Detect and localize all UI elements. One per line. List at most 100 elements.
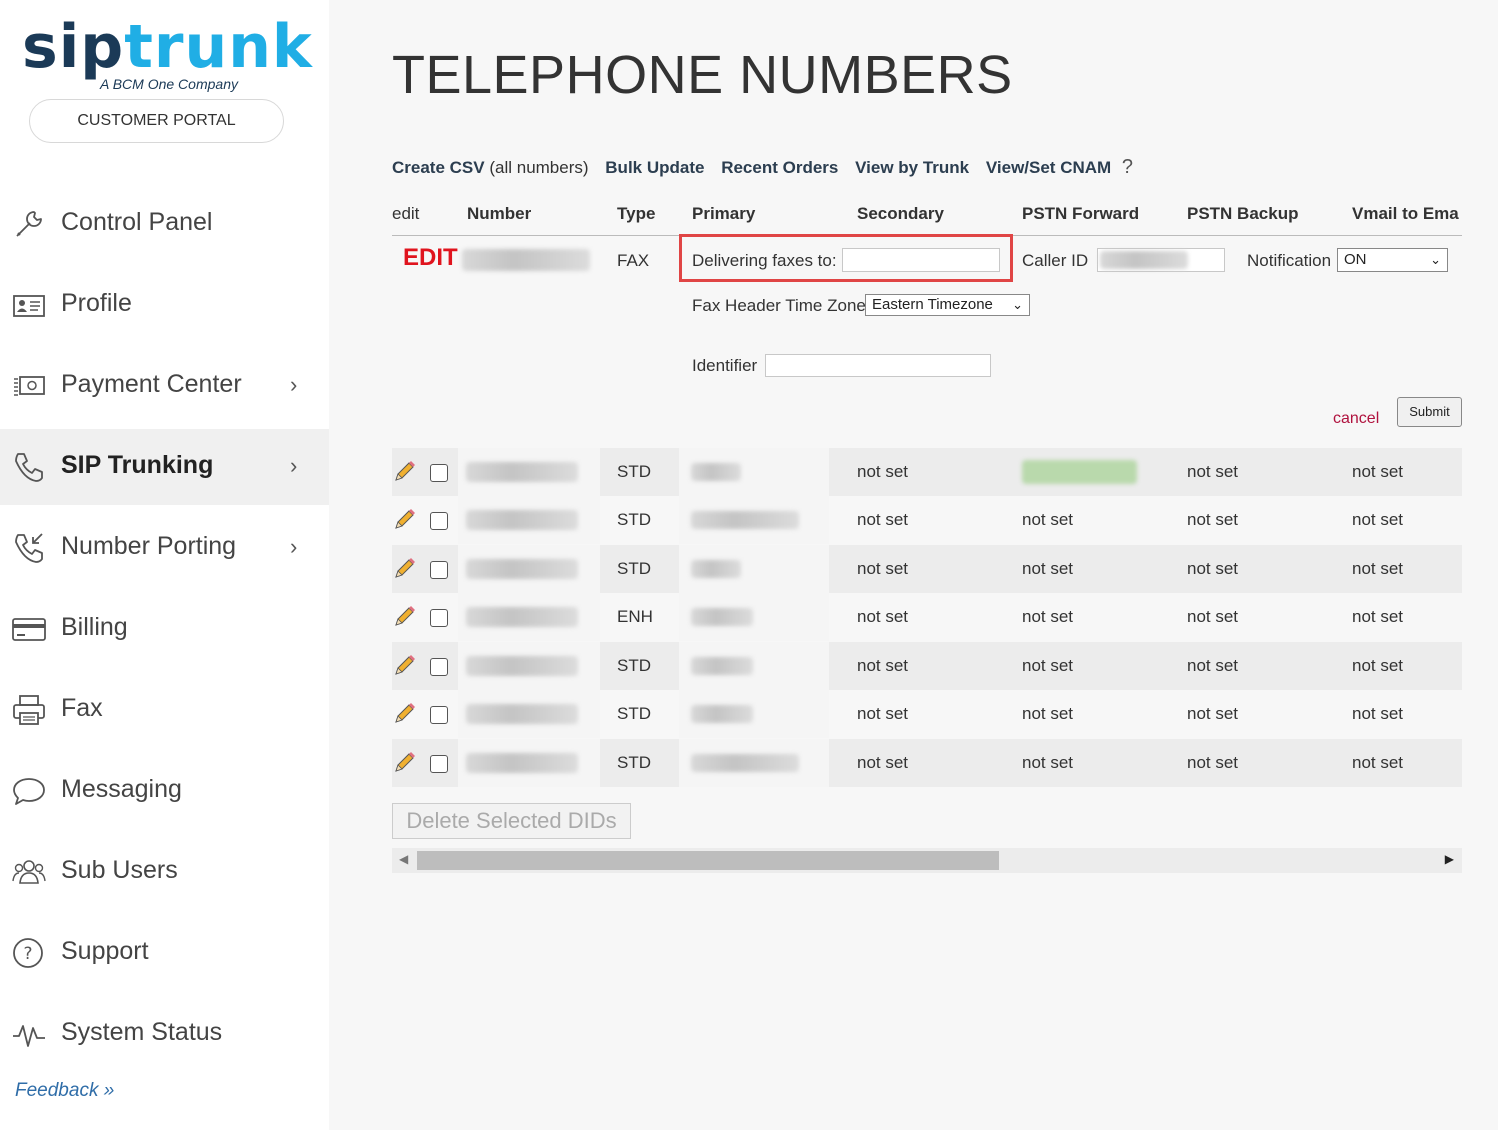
pencil-icon[interactable] [392, 460, 416, 484]
redacted-number [466, 753, 578, 773]
scroll-right-icon[interactable]: ▶ [1445, 852, 1454, 866]
pencil-icon[interactable] [392, 702, 416, 726]
scroll-left-icon[interactable]: ◀ [399, 852, 408, 866]
redacted-primary [691, 511, 799, 529]
main-content: TELEPHONE NUMBERS Create CSV (all number… [329, 0, 1498, 1130]
row-checkbox[interactable] [430, 706, 448, 724]
redacted-primary [691, 608, 753, 626]
sidebar-item-fax[interactable]: Fax [0, 672, 329, 748]
scrollbar-thumb[interactable] [417, 851, 999, 870]
redacted-number [466, 559, 578, 579]
col-vmail[interactable]: Vmail to Ema [1352, 204, 1459, 224]
redacted-number [466, 656, 578, 676]
table-row: ENH not set not set not set not set [392, 593, 1462, 641]
chevron-right-icon: › [290, 534, 298, 559]
money-icon [14, 376, 45, 396]
sidebar-item-support[interactable]: ? Support [0, 915, 329, 991]
pencil-icon[interactable] [392, 751, 416, 775]
delivering-faxes-label: Delivering faxes to: [692, 251, 837, 270]
redacted-primary [691, 754, 799, 772]
phone-icon [15, 453, 43, 482]
wrench-icon [16, 211, 42, 237]
caller-id-label: Caller ID [1022, 251, 1089, 270]
row-checkbox[interactable] [430, 755, 448, 773]
users-icon [12, 860, 46, 884]
page-title: TELEPHONE NUMBERS [392, 45, 1013, 105]
sidebar-item-sub-users[interactable]: Sub Users [0, 834, 329, 910]
bulk-update-link[interactable]: Bulk Update [605, 158, 704, 177]
sidebar-item-system-status[interactable]: System Status [0, 996, 329, 1072]
row-checkbox[interactable] [430, 609, 448, 627]
col-type[interactable]: Type [617, 204, 655, 224]
pencil-icon[interactable] [392, 605, 416, 629]
fax-tz-select[interactable]: Eastern Timezone ⌄ [865, 294, 1030, 316]
fax-tz-label: Fax Header Time Zone [692, 296, 866, 315]
recent-orders-link[interactable]: Recent Orders [721, 158, 838, 177]
row-checkbox[interactable] [430, 658, 448, 676]
feedback-link[interactable]: Feedback » [15, 1080, 114, 1102]
redacted-caller-id [1100, 251, 1188, 269]
sidebar-item-billing[interactable]: Billing [0, 591, 329, 667]
notification-label: Notification [1247, 251, 1332, 270]
chevron-down-icon: ⌄ [1012, 297, 1023, 312]
caller-id-input[interactable] [1097, 248, 1225, 272]
chat-bubble-icon [13, 778, 45, 805]
chevron-right-icon: › [290, 372, 298, 397]
edit-label: EDIT [403, 244, 458, 271]
row-checkbox[interactable] [430, 512, 448, 530]
create-csv-link[interactable]: Create CSV (all numbers) [392, 158, 589, 177]
table-row: STD not set not set not set [392, 448, 1462, 496]
pencil-icon[interactable] [392, 508, 416, 532]
id-card-icon [13, 295, 45, 317]
sidebar-item-number-porting[interactable]: Number Porting › [0, 510, 329, 586]
table-row: STD not set not set not set not set [392, 690, 1462, 738]
col-pstn-backup[interactable]: PSTN Backup [1187, 204, 1298, 224]
chevron-down-icon: ⌄ [1430, 252, 1441, 267]
redacted-primary [691, 560, 741, 578]
submit-button[interactable]: Submit [1397, 397, 1462, 427]
sidebar-item-profile[interactable]: Profile [0, 267, 329, 343]
sidebar-item-control-panel[interactable]: Control Panel [0, 186, 329, 262]
delivering-faxes-input[interactable] [842, 248, 1000, 272]
table-row: STD not set not set not set not set [392, 739, 1462, 787]
sidebar-item-payment-center[interactable]: Payment Center › [0, 348, 329, 424]
sidebar-item-sip-trunking[interactable]: SIP Trunking › [0, 429, 329, 505]
redacted-primary [691, 657, 753, 675]
horizontal-scrollbar[interactable]: ◀ ▶ [392, 848, 1462, 873]
sidebar: siptrunk ™ A BCM One Company CUSTOMER PO… [0, 0, 329, 1130]
printer-icon [13, 695, 45, 725]
edit-type: FAX [617, 251, 650, 270]
help-icon[interactable]: ? [1122, 156, 1133, 178]
chevron-right-icon: › [290, 453, 298, 478]
pulse-icon [13, 1025, 45, 1047]
row-checkbox[interactable] [430, 464, 448, 482]
col-number[interactable]: Number [467, 204, 531, 224]
redacted-number [466, 607, 578, 627]
col-primary[interactable]: Primary [692, 204, 755, 224]
phone-incoming-icon [15, 533, 43, 563]
siptrunk-logo[interactable]: siptrunk ™ A BCM One Company [22, 14, 312, 94]
redacted-number [462, 249, 590, 271]
table-row: STD not set not set not set not set [392, 496, 1462, 544]
notification-select[interactable]: ON ⌄ [1337, 248, 1448, 272]
svg-text:?: ? [23, 944, 32, 964]
redacted-primary [691, 705, 753, 723]
customer-portal-button[interactable]: CUSTOMER PORTAL [29, 99, 284, 143]
redacted-pstn-forward [1022, 460, 1137, 484]
view-set-cnam-link[interactable]: View/Set CNAM [986, 158, 1111, 177]
redacted-number [466, 704, 578, 724]
identifier-input[interactable] [765, 354, 991, 377]
sidebar-item-messaging[interactable]: Messaging [0, 753, 329, 829]
action-toolbar: Create CSV (all numbers) Bulk Update Rec… [392, 156, 1133, 179]
view-by-trunk-link[interactable]: View by Trunk [855, 158, 969, 177]
pencil-icon[interactable] [392, 654, 416, 678]
delete-selected-button[interactable]: Delete Selected DIDs [392, 803, 631, 839]
redacted-number [466, 510, 578, 530]
row-checkbox[interactable] [430, 561, 448, 579]
col-secondary[interactable]: Secondary [857, 204, 944, 224]
credit-card-icon [12, 618, 46, 641]
pencil-icon[interactable] [392, 557, 416, 581]
cancel-link[interactable]: cancel [1333, 410, 1379, 428]
redacted-number [466, 462, 578, 482]
col-pstn-forward[interactable]: PSTN Forward [1022, 204, 1139, 224]
